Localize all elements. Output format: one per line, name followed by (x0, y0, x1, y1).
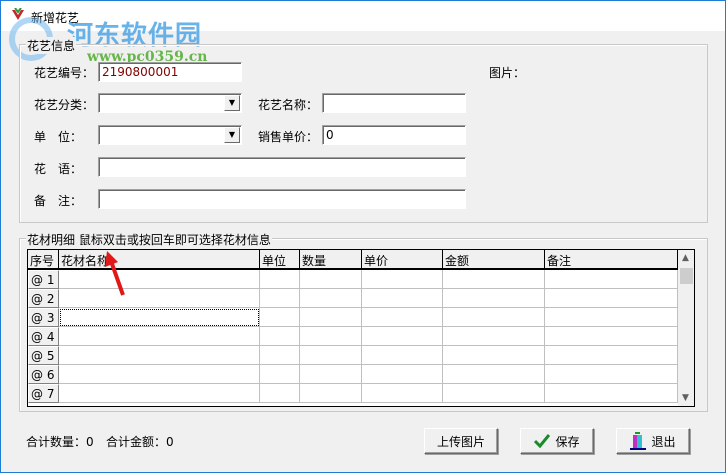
grid-cell[interactable] (300, 327, 362, 346)
remark-input[interactable] (98, 189, 466, 209)
save-button[interactable]: 保存 (520, 428, 594, 454)
grid-cell[interactable] (300, 346, 362, 365)
grid-cell[interactable] (545, 365, 678, 384)
grid-cell[interactable] (443, 308, 545, 327)
total-qty-value: 0 (86, 435, 94, 449)
price-label: 销售单价： (258, 130, 319, 144)
chevron-down-icon[interactable]: ▼ (224, 127, 240, 143)
code-input[interactable]: 2190800001 (98, 62, 242, 82)
grid-cell[interactable] (300, 384, 362, 403)
exit-door-icon (630, 432, 647, 450)
total-amount-label: 合计金额： (106, 435, 167, 449)
grid-cell[interactable] (59, 270, 260, 289)
row-header[interactable]: @ 2 (28, 289, 59, 308)
grid-cell[interactable] (300, 289, 362, 308)
grid-cell[interactable] (545, 346, 678, 365)
grid-cell[interactable] (362, 384, 443, 403)
name-label: 花艺名称： (258, 98, 319, 112)
column-header[interactable]: 序号 (28, 250, 59, 270)
exit-label: 退出 (651, 434, 676, 449)
grid-cell[interactable] (300, 308, 362, 327)
grid-cell[interactable] (545, 327, 678, 346)
category-label: 花艺分类： (34, 98, 95, 112)
total-amount: 合计金额：0 (106, 433, 174, 450)
grid-cell[interactable] (260, 346, 300, 365)
info-group-title: 花艺信息 (26, 37, 77, 54)
grid-cell[interactable] (260, 270, 300, 289)
grid-cell[interactable] (260, 365, 300, 384)
row-header[interactable]: @ 1 (28, 270, 59, 289)
grid-cell[interactable] (545, 308, 678, 327)
language-input[interactable] (98, 157, 466, 177)
vertical-scrollbar[interactable]: ▲ ▼ (678, 250, 694, 406)
grid-cell[interactable] (300, 365, 362, 384)
grid-cell[interactable] (443, 270, 545, 289)
unit-label: 单 位： (34, 130, 83, 144)
chevron-down-icon[interactable]: ▼ (224, 95, 240, 111)
upload-label: 上传图片 (436, 434, 485, 449)
unit-select[interactable]: ▼ (98, 125, 242, 145)
grid-cell[interactable] (260, 327, 300, 346)
grid-cell[interactable] (545, 289, 678, 308)
red-arrow-annotation (105, 251, 125, 296)
column-header[interactable]: 单位 (260, 250, 300, 270)
row-header[interactable]: @ 4 (28, 327, 59, 346)
grid-cell[interactable] (362, 327, 443, 346)
grid-cell[interactable] (362, 308, 443, 327)
price-input[interactable]: 0 (322, 125, 466, 145)
total-qty: 合计数量：0 (26, 433, 94, 450)
column-header[interactable]: 单价 (362, 250, 443, 270)
grid-cell[interactable] (260, 289, 300, 308)
column-header[interactable]: 备注 (545, 250, 678, 270)
remark-label: 备 注： (34, 194, 83, 208)
column-header[interactable]: 数量 (300, 250, 362, 270)
grid-cell[interactable] (362, 346, 443, 365)
save-label: 保存 (555, 434, 580, 449)
row-header[interactable]: @ 6 (28, 365, 59, 384)
grid-cell[interactable] (362, 270, 443, 289)
grid-cell[interactable] (59, 327, 260, 346)
grid-cell[interactable] (260, 384, 300, 403)
column-header[interactable]: 金额 (443, 250, 545, 270)
grid-cell[interactable] (545, 384, 678, 403)
row-header[interactable]: @ 5 (28, 346, 59, 365)
dialog-window: 新增花艺 河东软件园 www.pc0359.cn 花艺信息 花艺编号： 2190… (0, 0, 726, 473)
grid-cell[interactable] (443, 327, 545, 346)
row-header[interactable]: @ 3 (28, 308, 59, 327)
code-label: 花艺编号： (34, 66, 95, 80)
scroll-thumb[interactable] (680, 268, 693, 284)
grid-cell[interactable] (260, 308, 300, 327)
column-header[interactable]: 花材名称 (59, 250, 260, 270)
grid-cell[interactable] (362, 365, 443, 384)
grid-cell[interactable] (362, 289, 443, 308)
picture-label: 图片： (489, 66, 526, 80)
grid-cell[interactable] (59, 289, 260, 308)
grid-cell[interactable] (443, 365, 545, 384)
category-select[interactable]: ▼ (98, 93, 242, 113)
scroll-down-icon[interactable]: ▼ (682, 393, 689, 403)
grid-cell[interactable] (545, 270, 678, 289)
total-qty-label: 合计数量： (26, 435, 87, 449)
name-input[interactable] (322, 93, 466, 113)
total-amount-value: 0 (166, 435, 174, 449)
row-header[interactable]: @ 7 (28, 384, 59, 403)
exit-button[interactable]: 退出 (616, 428, 690, 454)
grid-cell[interactable] (300, 270, 362, 289)
detail-group-title: 花材明细 鼠标双击或按回车即可选择花材信息 (26, 231, 272, 248)
grid-cell[interactable] (443, 346, 545, 365)
grid-cell[interactable] (443, 289, 545, 308)
language-label: 花 语： (34, 162, 83, 176)
scroll-up-icon[interactable]: ▲ (682, 253, 689, 263)
grid-cell[interactable] (59, 384, 260, 403)
grid-cell[interactable] (59, 365, 260, 384)
upload-picture-button[interactable]: 上传图片 (424, 428, 498, 454)
grid-cell[interactable] (443, 384, 545, 403)
grid-cell[interactable] (59, 346, 260, 365)
checkmark-icon (534, 434, 551, 448)
grid-cell[interactable] (59, 308, 260, 327)
